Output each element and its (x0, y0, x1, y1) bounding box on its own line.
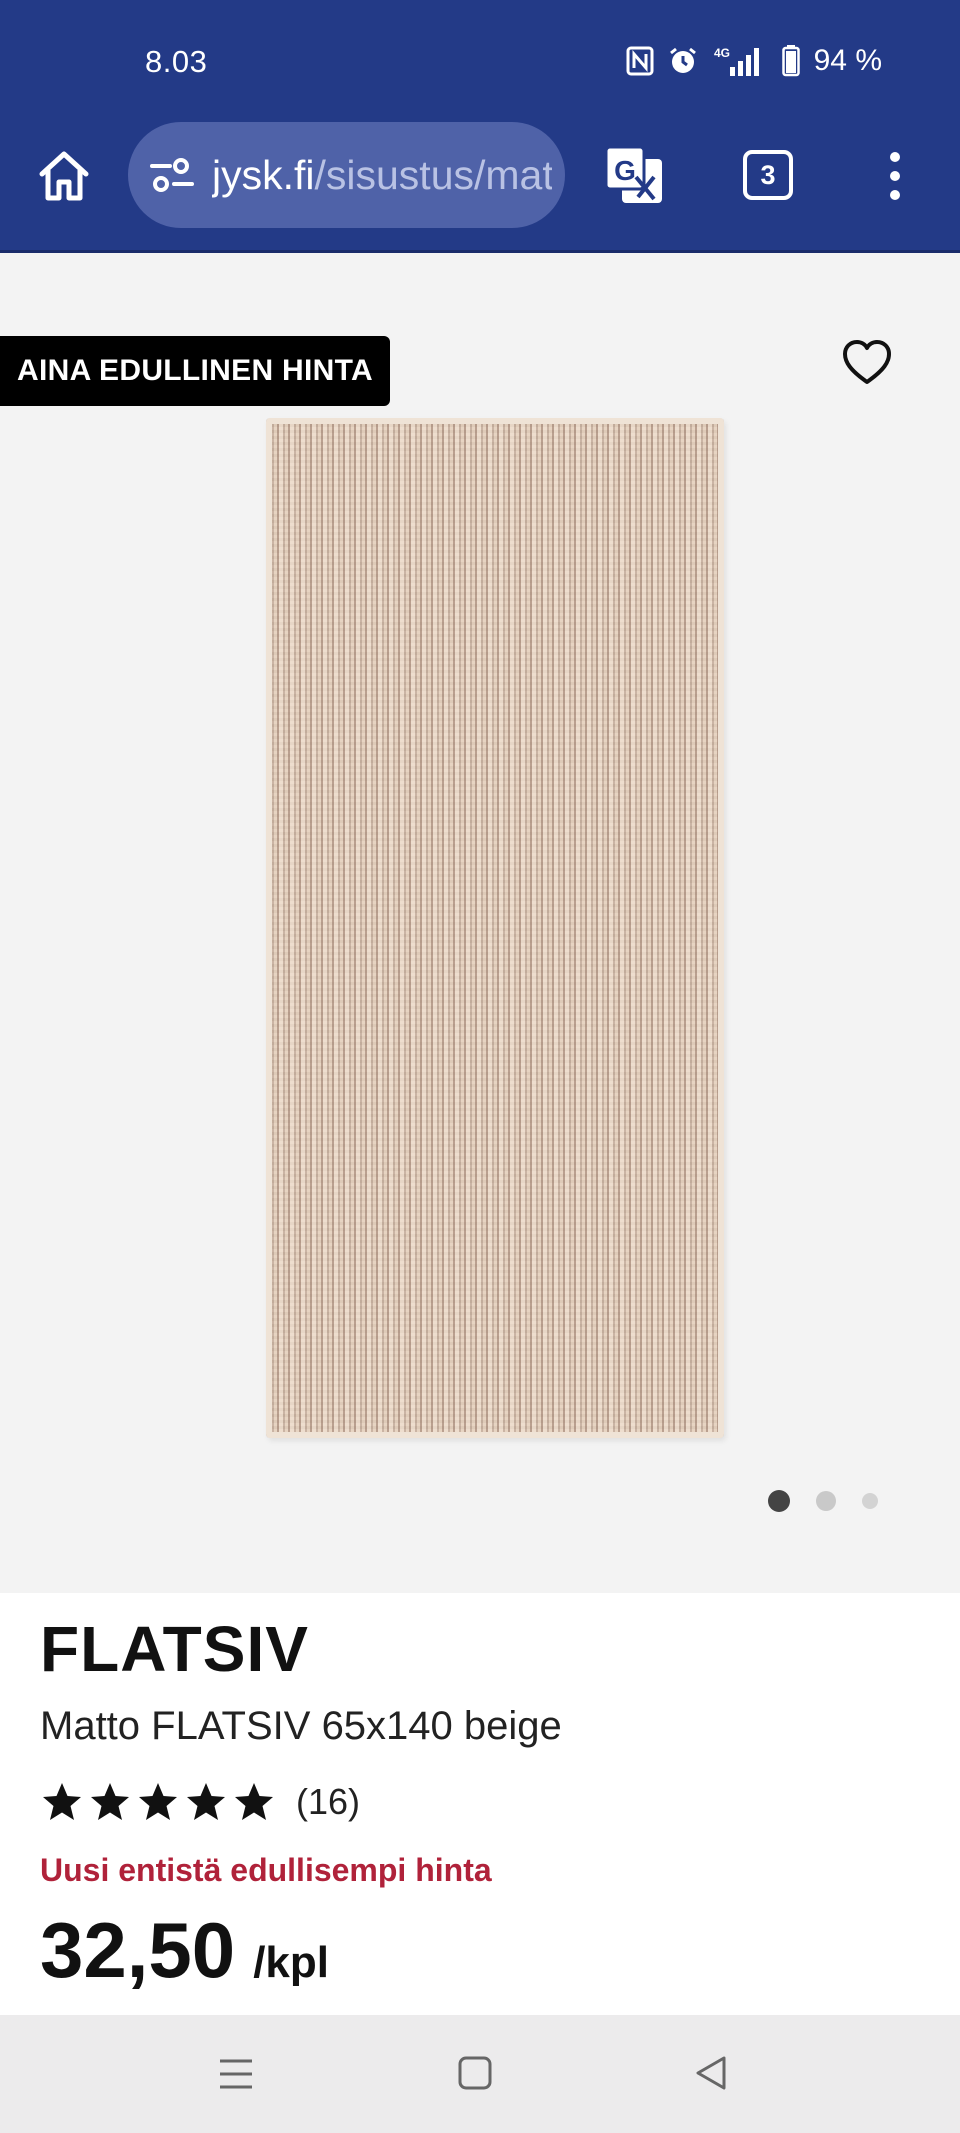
status-bar: 8.03 4G 94 % (0, 0, 960, 120)
price-unit: /kpl (253, 1938, 329, 1987)
nfc-icon (626, 46, 654, 76)
product-description: Matto FLATSIV 65x140 beige (40, 1704, 562, 1748)
price-value: 32,50 (40, 1906, 236, 1994)
network-label: 4G (714, 46, 730, 60)
url-path: /sisustus/matot (314, 152, 553, 198)
product-rating[interactable]: (16) (40, 1780, 360, 1824)
rating-count[interactable]: (16) (296, 1781, 360, 1823)
svg-text:G: G (614, 155, 636, 186)
price-badge: AINA EDULLINEN HINTA (0, 336, 390, 406)
url-text[interactable]: jysk.fi/sisustus/matot (212, 150, 552, 200)
back-icon[interactable] (694, 2055, 728, 2091)
signal-icon: 4G (712, 45, 768, 77)
product-image (266, 418, 724, 1438)
rating-stars (40, 1780, 276, 1824)
more-vert-icon[interactable] (880, 148, 910, 204)
recents-icon[interactable] (218, 2057, 254, 2091)
star-icon (139, 1783, 177, 1820)
price-note: Uusi entistä edullisempi hinta (40, 1852, 492, 1888)
home-icon[interactable] (36, 148, 92, 204)
product-name: FLATSIV (40, 1613, 309, 1685)
battery-icon (781, 45, 800, 77)
product-price: 32,50 /kpl (40, 1905, 329, 1996)
star-icon (43, 1783, 81, 1820)
star-icon (235, 1783, 273, 1820)
gallery-pagination[interactable] (768, 1490, 878, 1512)
status-time: 8.03 (145, 44, 208, 79)
star-icon (91, 1783, 129, 1820)
url-host: jysk.fi (212, 152, 315, 198)
gallery-dot-3[interactable] (862, 1493, 878, 1509)
alarm-icon (668, 46, 698, 76)
home-nav-icon[interactable] (458, 2056, 492, 2090)
star-icon (187, 1783, 225, 1820)
gallery-dot-2[interactable] (816, 1491, 836, 1511)
tab-switcher-button[interactable]: 3 (743, 150, 793, 200)
site-settings-icon[interactable] (150, 156, 194, 194)
translate-icon[interactable]: G (602, 143, 666, 207)
heart-icon[interactable] (840, 336, 894, 390)
address-bar[interactable]: jysk.fi/sisustus/matot (128, 122, 565, 228)
status-icons: 4G 94 % (626, 44, 882, 78)
gallery-dot-1[interactable] (768, 1490, 790, 1512)
battery-percent: 94 % (813, 44, 882, 77)
